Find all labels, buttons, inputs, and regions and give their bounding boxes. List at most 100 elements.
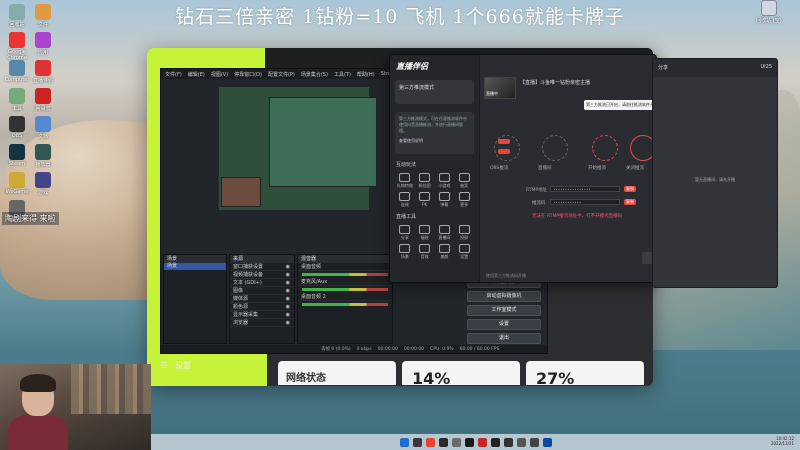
- desktop-icon[interactable]: 直播伴侣: [26, 60, 60, 84]
- helper-tool[interactable]: 抽奖: [455, 173, 473, 189]
- eye-icon[interactable]: ◉: [286, 271, 290, 278]
- obs-menu-item[interactable]: 停靠窗口(D): [234, 71, 262, 78]
- eye-icon[interactable]: ◉: [286, 311, 290, 318]
- helper-tool[interactable]: PK: [416, 192, 434, 208]
- rtmp-field[interactable]: ••••••••••••••••: [550, 186, 620, 192]
- taskbar-app-icon[interactable]: [477, 437, 487, 447]
- eye-icon[interactable]: ◉: [286, 303, 290, 310]
- source-item[interactable]: 图像 ◉: [230, 287, 294, 295]
- scene-item-selected[interactable]: 场景: [164, 263, 226, 270]
- obs-menu-item[interactable]: 视图(V): [211, 71, 228, 78]
- sources-panel: 来源 窗口捕获设置 ◉ 视频捕获设备 ◉ 文本 (GDI+) ◉ 图像 ◉ 媒体源 ◉ 颜色源 ◉ 显示…: [229, 254, 295, 344]
- helper-tool[interactable]: 投屏: [455, 225, 473, 241]
- source-item[interactable]: 浏览器 ◉: [230, 319, 294, 327]
- taskbar-app-icon[interactable]: [503, 437, 513, 447]
- taskbar-app-icon[interactable]: [399, 437, 409, 447]
- mode-box[interactable]: 第三方推流模式: [395, 80, 474, 104]
- source-item[interactable]: 文本 (GDI+) ◉: [230, 279, 294, 287]
- volume-meter[interactable]: [302, 288, 388, 291]
- helper-tool[interactable]: 音效: [416, 244, 434, 260]
- volume-meter[interactable]: [302, 273, 388, 276]
- desktop-icon[interactable]: 文件: [26, 4, 60, 28]
- tool-icon: [419, 192, 431, 201]
- eye-icon[interactable]: ◉: [286, 279, 290, 286]
- obs-menu-item[interactable]: 工具(T): [334, 71, 351, 78]
- source-item[interactable]: 媒体源 ◉: [230, 295, 294, 303]
- sources-header: 来源: [230, 255, 294, 263]
- helper-tool[interactable]: 场景: [396, 244, 414, 260]
- stream-key-field[interactable]: ••••••••••••: [550, 199, 620, 205]
- network-status-label: 网络状态: [286, 373, 326, 384]
- desktop-icon[interactable]: 播放器: [26, 144, 60, 168]
- volume-meter[interactable]: [302, 303, 388, 306]
- desktop-icon[interactable]: 游戏: [26, 172, 60, 196]
- helper-tool[interactable]: 福袋: [416, 225, 434, 241]
- preview-webcam: [221, 177, 261, 207]
- scenes-header: 场景: [164, 255, 226, 263]
- control-button[interactable]: 设置: [467, 319, 541, 330]
- desktop-icon[interactable]: 网易云: [26, 88, 60, 112]
- source-item[interactable]: 窗口捕获设置 ◉: [230, 263, 294, 271]
- right-panel-window: 分享 UI25 暂无直播间，请先开播: [652, 58, 778, 288]
- desktop-app-icon: [9, 172, 25, 188]
- control-button[interactable]: 启动虚拟摄像机: [467, 291, 541, 302]
- desktop-icon-recycle-bin[interactable]: 回收站 (空): [752, 0, 786, 24]
- recycle-bin-icon: [761, 0, 777, 16]
- taskbar-app-icon[interactable]: [464, 437, 474, 447]
- helper-tool[interactable]: 直播间: [436, 225, 454, 241]
- tool-label: 美颜: [440, 254, 449, 259]
- control-button[interactable]: 工作室模式: [467, 305, 541, 316]
- obs-menu-item[interactable]: 文件(F): [165, 71, 182, 78]
- helper-tool[interactable]: 美颜: [436, 244, 454, 260]
- taskbar-app-icon[interactable]: [490, 437, 500, 447]
- obs-menu-item[interactable]: 场景集合(S): [301, 71, 328, 78]
- source-item[interactable]: 显示器采集 ◉: [230, 311, 294, 319]
- obs-menu-item[interactable]: 帮助(H): [357, 71, 375, 78]
- helper-tool[interactable]: 分享: [396, 225, 414, 241]
- desktop-icon[interactable]: 应用: [26, 32, 60, 56]
- taskbar-app-icon[interactable]: [529, 437, 539, 447]
- eye-icon[interactable]: ◉: [286, 295, 290, 302]
- mixer-channel: 桌面音频 2: [298, 293, 392, 306]
- tool-icon: [399, 173, 411, 182]
- obs-menu-item[interactable]: 配置文件(P): [268, 71, 295, 78]
- obs-preview[interactable]: [219, 87, 377, 210]
- tool-icon: [399, 244, 411, 253]
- settings-row[interactable]: ☰ 设置: [160, 360, 191, 371]
- system-tray[interactable]: 10:42:12 2022/11/21: [771, 436, 794, 446]
- copy-key-button[interactable]: 复制: [624, 199, 636, 205]
- helper-tool[interactable]: 小游戏: [436, 173, 454, 189]
- tool-icon: [399, 192, 411, 201]
- taskbar-app-icon[interactable]: [425, 437, 435, 447]
- hint-text: 无法在 RTMP推流地址中，打不开模式直播码: [532, 214, 623, 219]
- webcam-person-hair: [20, 374, 56, 392]
- taskbar-app-icon[interactable]: [412, 437, 422, 447]
- taskbar-app-icon[interactable]: [542, 437, 552, 447]
- helper-tool[interactable]: 连线: [396, 192, 414, 208]
- helper-tool[interactable]: 粉丝团: [416, 173, 434, 189]
- helper-section-title: 直播工具: [396, 214, 417, 220]
- copy-rtmp-button[interactable]: 复制: [624, 186, 636, 192]
- mixer-channel: 桌面音频: [298, 263, 392, 276]
- mixer-panel: 混音器 桌面音频 麦克风/Aux 桌面音频 2: [297, 254, 393, 344]
- desktop-icon[interactable]: 文档: [26, 116, 60, 140]
- source-item[interactable]: 视频捕获设备 ◉: [230, 271, 294, 279]
- mode-help-link[interactable]: 查看使用说明: [399, 138, 470, 144]
- control-button[interactable]: 退出: [467, 333, 541, 344]
- step-label: 直播间: [538, 166, 552, 171]
- taskbar-app-icon[interactable]: [516, 437, 526, 447]
- helper-tool[interactable]: 设置: [455, 244, 473, 260]
- eye-icon[interactable]: ◉: [286, 263, 290, 270]
- eye-icon[interactable]: ◉: [286, 319, 290, 326]
- step-label: OBS推流: [490, 166, 509, 171]
- source-item[interactable]: 颜色源 ◉: [230, 303, 294, 311]
- helper-tool[interactable]: 礼物特效: [396, 173, 414, 189]
- taskbar-app-icon[interactable]: [438, 437, 448, 447]
- obs-menu-item[interactable]: 编辑(E): [188, 71, 205, 78]
- tool-icon: [438, 244, 450, 253]
- taskbar-app-icon[interactable]: [451, 437, 461, 447]
- eye-icon[interactable]: ◉: [286, 287, 290, 294]
- mixer-channel: 麦克风/Aux: [298, 278, 392, 291]
- helper-tool[interactable]: 更多: [455, 192, 473, 208]
- helper-tool[interactable]: 弹幕: [436, 192, 454, 208]
